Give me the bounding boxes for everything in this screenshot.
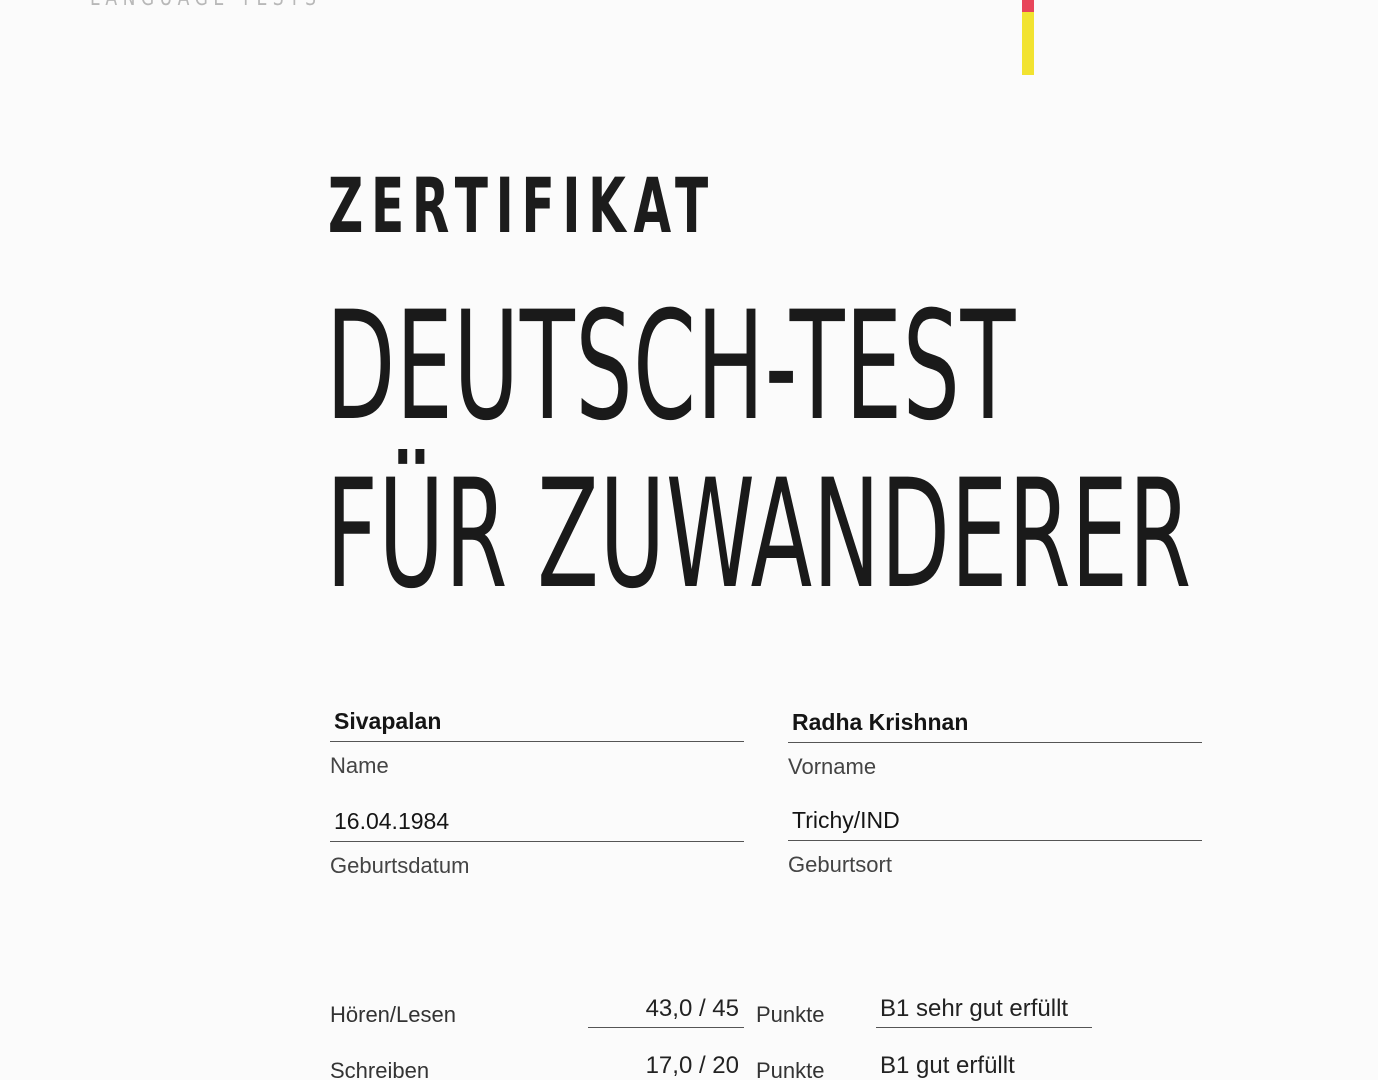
result-section-label: Hören/Lesen [330,1002,456,1027]
certificate-kicker: ZERTIFIKAT [328,161,716,250]
result-unit: Punkte [756,1002,825,1027]
birthdate-label: Geburtsdatum [330,853,470,878]
birthplace-label: Geburtsort [788,852,892,877]
flag-stripe [1022,0,1034,75]
certificate-title-line-1: DEUTSCH-TEST [326,280,1017,454]
result-level: B1 gut erfüllt [880,1052,1015,1079]
result-score: 43,0 / 45 [645,995,739,1022]
birthplace-rule [788,840,1202,841]
result-score: 17,0 / 20 [645,1052,739,1079]
birthdate-value: 16.04.1984 [334,808,450,834]
birthdate-rule [330,841,744,842]
vorname-rule [788,742,1202,743]
brand-wordmark: LANGUAGE TESTS [90,0,321,11]
birthplace-value: Trichy/IND [792,807,900,833]
vorname-label: Vorname [788,754,877,779]
flag-red-band [1022,0,1034,12]
certificate-title-line-2: FÜR ZUWANDERER [326,448,1192,622]
name-rule [330,741,744,742]
name-label: Name [330,753,389,778]
result-unit: Punkte [756,1058,825,1080]
result-level-rule [876,1027,1092,1028]
name-value: Sivapalan [334,708,442,734]
vorname-value: Radha Krishnan [792,709,969,735]
result-score-rule [588,1027,744,1028]
result-section-label: Schreiben [330,1058,430,1080]
flag-yellow-band [1022,12,1034,75]
result-level: B1 sehr gut erfüllt [880,995,1069,1022]
